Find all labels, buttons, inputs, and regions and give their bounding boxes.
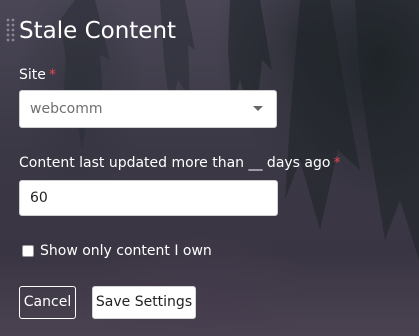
required-marker: * [333, 155, 341, 171]
save-settings-button[interactable]: Save Settings [92, 286, 196, 319]
own-content-checkbox[interactable] [22, 245, 34, 257]
site-select[interactable]: webcomm [19, 90, 277, 128]
days-input[interactable]: 60 [19, 180, 278, 216]
chevron-down-icon [253, 106, 263, 111]
cancel-button[interactable]: Cancel [19, 286, 76, 319]
own-content-option[interactable]: Show only content I own [22, 242, 212, 260]
site-label: Site * [19, 66, 56, 84]
days-label: Content last updated more than __ days a… [19, 154, 340, 172]
stale-content-dialog: Stale Content Site * webcomm Content last… [0, 0, 419, 336]
days-input-value: 60 [30, 190, 48, 206]
dialog-title: Stale Content [19, 18, 177, 44]
required-marker: * [48, 67, 56, 83]
drag-handle-icon[interactable] [6, 18, 16, 44]
site-select-value: webcomm [30, 101, 103, 117]
days-label-text: Content last updated more than __ days a… [19, 155, 331, 171]
site-label-text: Site [19, 67, 46, 83]
own-content-checkbox-label[interactable]: Show only content I own [40, 243, 212, 259]
